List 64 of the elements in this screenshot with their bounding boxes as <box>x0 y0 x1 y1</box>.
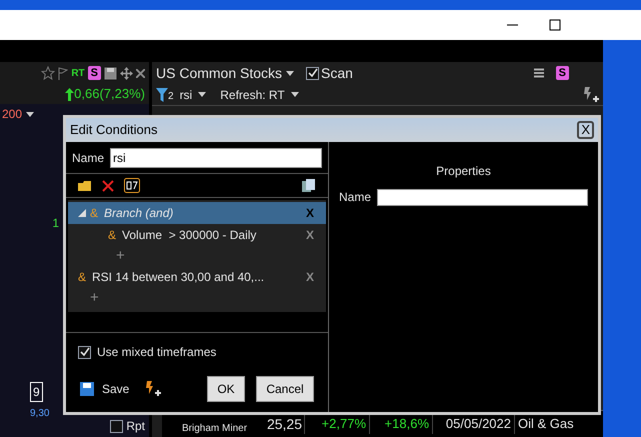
s-badge[interactable]: S <box>556 66 569 80</box>
up-arrow-icon <box>65 88 74 100</box>
ok-button[interactable]: OK <box>207 376 245 402</box>
rpt-label: Rpt <box>126 418 145 435</box>
dropdown-caret-icon[interactable] <box>26 112 34 116</box>
checkbox[interactable] <box>78 346 91 358</box>
remove-button[interactable]: X <box>306 226 314 244</box>
add-condition-button[interactable]: + <box>90 288 99 308</box>
folder-icon[interactable] <box>78 180 92 192</box>
save-button[interactable]: Save <box>102 380 130 398</box>
refresh-dropdown[interactable]: Refresh: RT <box>220 86 285 104</box>
and-operator: & <box>90 205 98 222</box>
condition-label: Branch (and) <box>104 205 174 222</box>
universe-dropdown[interactable]: US Common Stocks <box>156 62 282 84</box>
and-operator: & <box>108 227 116 244</box>
period-label: 200 <box>2 106 22 123</box>
price-change: 0,66(7,23%) <box>74 85 145 104</box>
checkbox[interactable] <box>306 66 320 80</box>
table-cell-text: Brigham Miner <box>182 423 248 435</box>
filter-dropdown[interactable]: rsi <box>180 86 192 104</box>
dropdown-caret-icon[interactable] <box>290 92 299 97</box>
close-icon[interactable] <box>136 68 145 78</box>
menu-icon[interactable] <box>534 68 544 78</box>
scan-label: Scan <box>321 64 353 82</box>
lightning-add-icon[interactable] <box>583 86 599 102</box>
chart-label: 9,30 <box>30 407 50 421</box>
delete-icon[interactable] <box>102 180 114 192</box>
condition-row[interactable]: & RSI 14 between 30,00 and 40,... X <box>68 266 326 288</box>
dropdown-caret-icon[interactable] <box>286 70 294 76</box>
property-name-input[interactable] <box>377 188 588 206</box>
name-label: Name <box>339 189 372 206</box>
maximize-icon[interactable] <box>549 19 561 31</box>
expand-triangle-icon[interactable] <box>78 209 86 217</box>
branch-row[interactable]: & Branch (and) X <box>68 202 326 224</box>
filter-icon[interactable] <box>156 88 168 102</box>
s-badge[interactable]: S <box>88 66 101 80</box>
condition-label: RSI 14 between 30,00 and 40,... <box>92 269 266 286</box>
save-icon[interactable] <box>104 66 117 80</box>
name-label: Name <box>72 150 104 166</box>
remove-button[interactable]: X <box>306 204 314 222</box>
add-condition-button[interactable]: + <box>116 246 125 266</box>
star-icon[interactable] <box>41 66 56 80</box>
mixed-timeframes-label: Use mixed timeframes <box>97 344 216 361</box>
chart-label: 1 <box>52 215 59 232</box>
copy-icon[interactable] <box>302 178 316 192</box>
name-input[interactable]: rsi <box>110 148 322 168</box>
chart-label: 9 <box>30 382 43 402</box>
filter-count: 2 <box>168 92 174 102</box>
realtime-label: RT <box>71 66 85 80</box>
table-cell-text: 25,25 <box>266 414 303 434</box>
dropdown-caret-icon[interactable] <box>198 92 206 97</box>
counter-icon[interactable] <box>124 178 140 193</box>
cancel-button[interactable]: Cancel <box>256 376 314 402</box>
remove-button[interactable]: X <box>306 268 314 286</box>
flag-icon[interactable] <box>58 66 68 80</box>
condition-row[interactable]: & Volume > 300000 - Daily X <box>68 224 326 246</box>
dialog-close-button[interactable]: X <box>577 121 594 139</box>
properties-title: Properties <box>436 163 491 180</box>
condition-label: Volume > 300000 - Daily <box>122 227 258 244</box>
dialog-title: Edit Conditions <box>70 121 158 140</box>
checkbox[interactable] <box>110 420 124 432</box>
and-operator: & <box>78 269 86 286</box>
lightning-add-icon[interactable] <box>145 381 162 397</box>
move-icon[interactable] <box>120 66 133 80</box>
